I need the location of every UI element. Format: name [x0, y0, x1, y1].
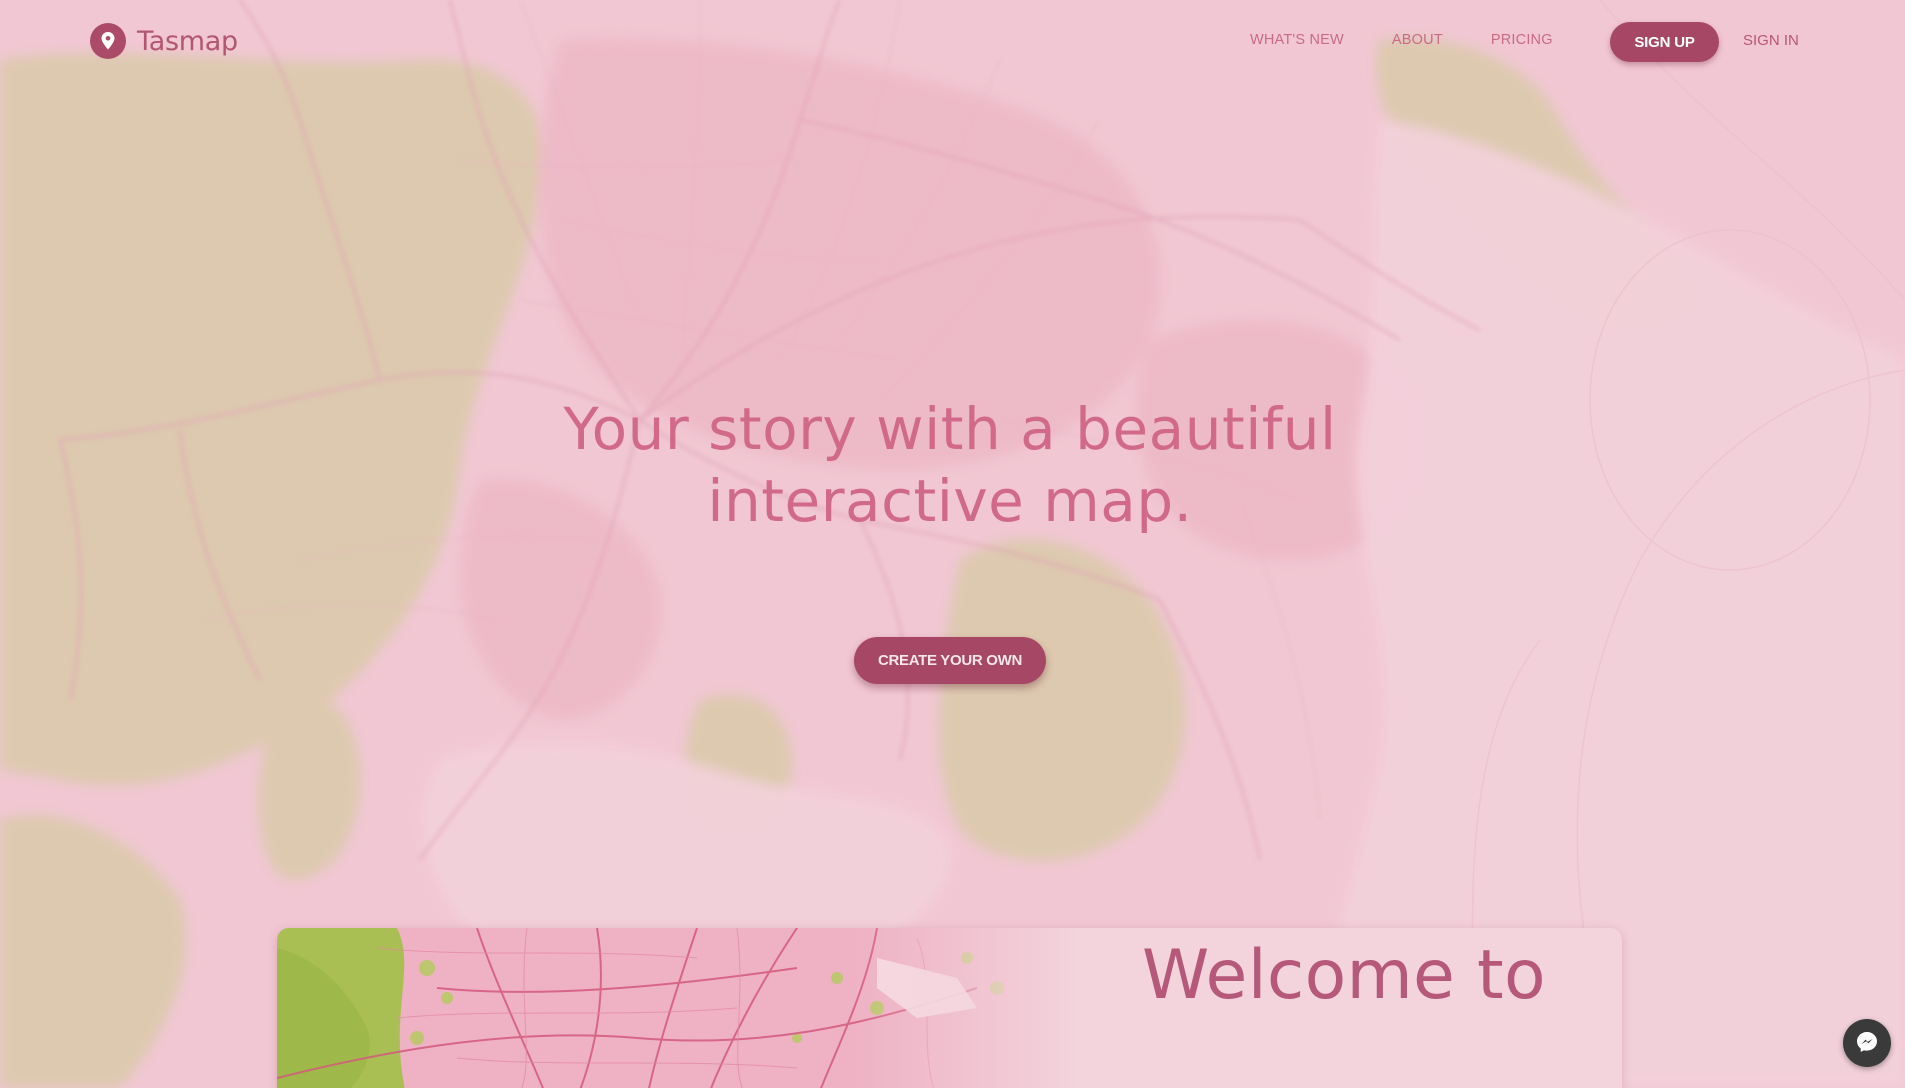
hero-title-line-1: Your story with a beautiful: [563, 395, 1337, 463]
messenger-icon: [1855, 1030, 1879, 1057]
hero-title-line-2: interactive map.: [707, 467, 1193, 535]
top-navbar: Tasmap WHAT'S NEW ABOUT PRICING SIGN UP …: [0, 0, 1905, 84]
sign-up-button[interactable]: SIGN UP: [1610, 22, 1719, 62]
create-your-own-button[interactable]: CREATE YOUR OWN: [854, 637, 1046, 684]
messenger-chat-button[interactable]: [1843, 1019, 1891, 1067]
sign-in-link[interactable]: SIGN IN: [1743, 32, 1799, 49]
background-overlay: [0, 0, 1905, 1088]
nav-links: WHAT'S NEW ABOUT PRICING: [1250, 32, 1553, 48]
brand-name: Tasmap: [137, 25, 238, 57]
nav-link-whats-new[interactable]: WHAT'S NEW: [1250, 32, 1344, 48]
map-pin-icon: [90, 23, 126, 59]
card-map-image: [277, 928, 1077, 1088]
nav-link-about[interactable]: ABOUT: [1392, 32, 1443, 48]
brand-logo-link[interactable]: Tasmap: [90, 23, 238, 59]
nav-link-pricing[interactable]: PRICING: [1491, 32, 1553, 48]
welcome-heading: Welcome to: [1142, 936, 1546, 1015]
welcome-card: Welcome to: [277, 928, 1622, 1088]
hero-title: Your story with a beautiful interactive m…: [0, 393, 1900, 537]
